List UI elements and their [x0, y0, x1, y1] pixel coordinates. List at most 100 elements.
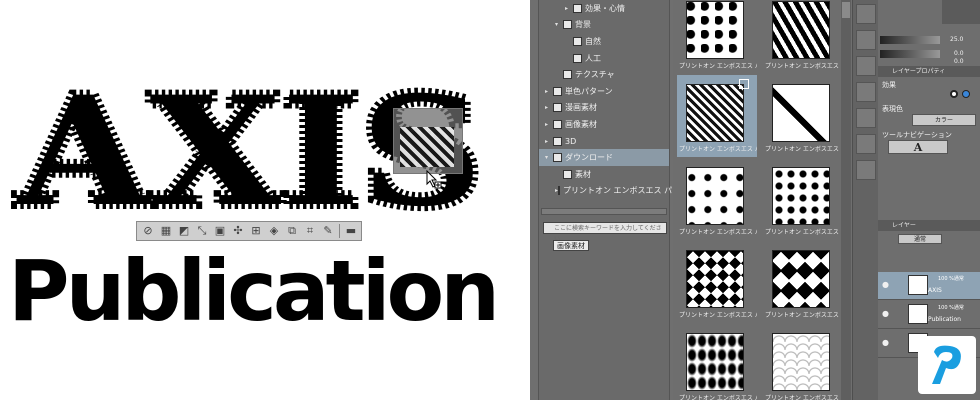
material-tree-item[interactable]: ▸ 3D	[539, 133, 669, 150]
effect-radio-a[interactable]	[950, 90, 958, 98]
opacity-value: 0.0	[954, 50, 964, 57]
thumbnail-caption: プリントオン エンボスエス パター	[765, 395, 843, 400]
history-icon[interactable]	[856, 108, 876, 128]
expand-arrow-icon[interactable]: ▸	[545, 88, 553, 95]
navigator-icon[interactable]	[856, 56, 876, 76]
material-tree-item[interactable]: 素材	[539, 166, 669, 183]
effect-label: 効果	[882, 81, 896, 89]
pattern-preview	[686, 167, 744, 225]
layer-property-header: レイヤープロパティ	[878, 66, 980, 77]
expression-color-label: 表現色	[882, 105, 903, 113]
material-tree-item[interactable]: ▸ プリントオン エンボスエス パ	[539, 183, 673, 200]
material-thumbnail[interactable]: プリントオン エンボスエス パター	[677, 75, 757, 157]
thumbnail-scrollbar[interactable]	[841, 0, 851, 400]
invert-selection-icon[interactable]: ◩	[177, 224, 191, 238]
item-bank-icon[interactable]	[856, 160, 876, 180]
publication-subtitle-text: Publication	[8, 242, 500, 340]
folder-icon	[573, 3, 582, 13]
deselect-icon[interactable]: ⊘	[141, 224, 155, 238]
tree-horizontal-scrollbar[interactable]	[541, 208, 667, 215]
drag-cursor-icon	[426, 170, 442, 189]
expand-selection-icon[interactable]: ▣	[213, 224, 227, 238]
eye-icon[interactable]: ●	[882, 309, 889, 318]
pattern-preview	[686, 1, 744, 59]
brush-size-value: 25.0	[950, 36, 964, 43]
expand-arrow-icon[interactable]: ▸	[545, 121, 553, 128]
fill-icon[interactable]: ✎	[321, 224, 335, 238]
transform-icon[interactable]: ✣	[231, 224, 245, 238]
material-icon[interactable]	[856, 30, 876, 50]
blend-mode-dropdown[interactable]: 通常	[898, 234, 942, 244]
material-tree-item[interactable]: テクスチャ	[539, 66, 669, 83]
material-thumbnail[interactable]: プリントオン エンボスエス パター	[677, 0, 757, 74]
drawing-canvas[interactable]: AXIS ⊘ ▦ ◩ ⤡ ▣ ✣ ⊞ ◈ ⧉ ⌗ ✎ ▬ Publication	[0, 0, 530, 400]
tag-image-material[interactable]: 画像素材	[553, 240, 589, 251]
effect-radio-b[interactable]	[962, 90, 970, 98]
folder-icon	[563, 20, 572, 30]
expand-arrow-icon[interactable]: ▸	[545, 138, 553, 145]
material-tree-item[interactable]: ▾ 背景	[539, 17, 669, 34]
material-tree-item[interactable]: ▸ 画像素材	[539, 116, 669, 133]
selection-launcher-toolbar: ⊘ ▦ ◩ ⤡ ▣ ✣ ⊞ ◈ ⧉ ⌗ ✎ ▬	[136, 221, 362, 241]
pattern-preview	[772, 84, 830, 142]
expand-arrow-icon[interactable]: ▸	[565, 5, 573, 12]
material-tree-label: ダウンロード	[565, 153, 613, 163]
material-thumbnail[interactable]: プリントオン エンボスエス パター	[763, 75, 843, 157]
material-thumbnail[interactable]: プリントオン エンボスエス パター	[763, 324, 843, 400]
thumbnail-caption: プリントオン エンボスエス パター	[679, 312, 757, 319]
folder-icon	[563, 169, 572, 179]
eye-icon[interactable]: ●	[882, 280, 889, 289]
folder-icon	[553, 153, 562, 163]
opacity-slider[interactable]	[880, 50, 940, 58]
rotate-icon[interactable]: ◈	[267, 224, 281, 238]
thumbnail-caption: プリントオン エンボスエス パター	[679, 395, 757, 400]
crop-icon[interactable]: ⌗	[303, 224, 317, 238]
folder-icon	[553, 86, 562, 96]
open-detail-icon[interactable]	[739, 79, 749, 89]
settings-icon[interactable]: ▬	[344, 224, 358, 238]
expression-color-dropdown[interactable]: カラー	[912, 114, 976, 126]
material-tree-list: ▸ 効果・心情 ▾ 背景 自然 人工 テクスチャ ▸ 単色パターン ▸ 漫画素材 ▸ 画像素材 ▸ 3D ▾ ダ…	[539, 0, 673, 200]
material-tree-label: 単色パターン	[565, 86, 613, 96]
tool-navigation-label: ツールナビゲーション	[882, 131, 952, 139]
material-search-input[interactable]: ここに検索キーワードを入力してください	[543, 222, 667, 243]
folder-icon	[553, 119, 562, 129]
expand-arrow-icon[interactable]: ▸	[545, 104, 553, 111]
scale-icon[interactable]: ⊞	[249, 224, 263, 238]
brush-size-slider[interactable]	[880, 36, 940, 44]
material-thumbnail[interactable]: プリントオン エンボスエス パター	[763, 241, 843, 323]
select-all-icon[interactable]: ▦	[159, 224, 173, 238]
material-thumbnail[interactable]: プリントオン エンボスエス パター	[677, 241, 757, 323]
thumbnail-caption: プリントオン エンボスエス パター	[679, 63, 757, 70]
material-tree-label: 漫画素材	[565, 103, 597, 113]
shrink-selection-icon[interactable]: ⤡	[195, 224, 209, 238]
material-tree-item[interactable]: 人工	[539, 50, 669, 67]
layer-search-icon[interactable]	[856, 82, 876, 102]
expand-arrow-icon[interactable]: ▾	[545, 154, 553, 161]
text-tool-button[interactable]: A	[888, 140, 948, 154]
material-tree-label: プリントオン エンボスエス パ	[563, 186, 673, 196]
material-tree-label: 自然	[585, 36, 601, 46]
eye-icon[interactable]: ●	[882, 338, 889, 347]
material-tree-item[interactable]: ▸ 漫画素材	[539, 100, 669, 117]
auto-action-icon[interactable]	[856, 134, 876, 154]
material-tree-item[interactable]: ▸ 効果・心情	[539, 0, 669, 17]
dragged-material-preview	[393, 108, 463, 174]
toolbar-divider	[339, 224, 340, 238]
layer-row[interactable]: ● 100 %通常 Publication	[878, 301, 980, 329]
material-thumbnail[interactable]: プリントオン エンボスエス パター	[763, 158, 843, 240]
material-tree-item[interactable]: ▸ 単色パターン	[539, 83, 669, 100]
panel-toggle-icon[interactable]	[856, 4, 876, 24]
layer-tab[interactable]: レイヤー	[878, 220, 980, 231]
expand-arrow-icon[interactable]: ▾	[555, 21, 563, 28]
layer-row[interactable]: ● 100 %通常 AXIS	[878, 272, 980, 300]
clip-studio-logo	[918, 336, 976, 394]
pattern-preview	[686, 333, 744, 391]
material-thumbnail[interactable]: プリントオン エンボスエス パター	[677, 324, 757, 400]
material-thumbnail[interactable]: プリントオン エンボスエス パター	[677, 158, 757, 240]
material-tree-label: 3D	[565, 136, 577, 146]
material-thumbnail[interactable]: プリントオン エンボスエス パター	[763, 0, 843, 74]
material-tree-item[interactable]: ▾ ダウンロード	[539, 149, 669, 166]
material-tree-item[interactable]: 自然	[539, 33, 669, 50]
flip-icon[interactable]: ⧉	[285, 224, 299, 238]
